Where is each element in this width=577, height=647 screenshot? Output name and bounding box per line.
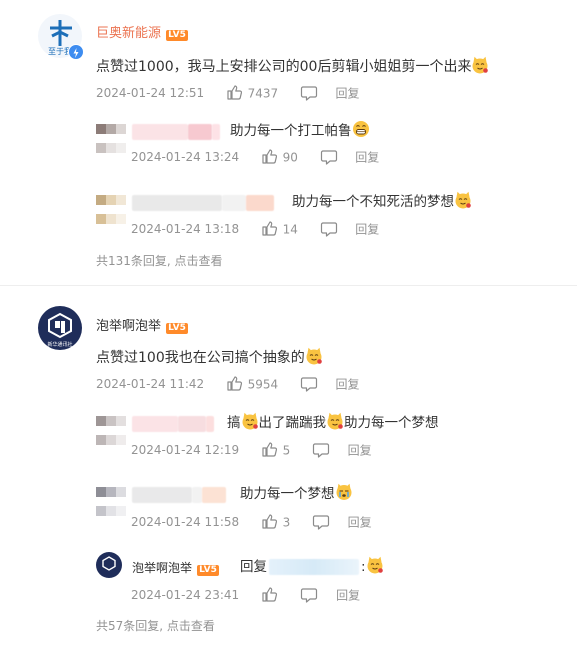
reply-meta: 2024-01-24 11:58 3 回复 — [131, 513, 372, 531]
thumb-up-icon — [262, 442, 277, 457]
reply-username[interactable] — [132, 484, 226, 503]
thumb-up-icon — [227, 376, 242, 391]
comment-icon[interactable] — [320, 148, 338, 166]
cat-emoji-icon — [366, 556, 383, 574]
reply-text: 助力每一个不知死活的梦想 — [292, 190, 472, 210]
view-more-replies-link[interactable]: 共131条回复, 点击查看 — [96, 252, 223, 269]
like-count: 7437 — [247, 86, 279, 100]
timestamp: 2024-01-24 23:41 — [131, 588, 240, 602]
reply-avatar[interactable] — [96, 411, 126, 449]
like-count: 5 — [282, 443, 291, 457]
comment-icon[interactable] — [312, 441, 330, 459]
timestamp: 2024-01-24 13:24 — [131, 150, 240, 164]
comment-icon[interactable] — [300, 586, 318, 604]
reply-button[interactable]: 回复 — [355, 223, 379, 237]
like-button[interactable]: 7437 — [226, 85, 279, 100]
cat-emoji-icon — [241, 412, 258, 430]
timestamp: 2024-01-24 11:42 — [96, 377, 205, 391]
reply-text: 助力每一个打工帕鲁 — [230, 119, 370, 139]
avatar-caption: 新华通讯社 — [47, 341, 72, 348]
reply-avatar[interactable] — [96, 119, 126, 157]
level-badge: LV5 — [166, 30, 188, 41]
like-button[interactable]: 3 — [261, 514, 291, 529]
comment-text: 点赞过100我也在公司搞个抽象的 — [96, 347, 323, 367]
comment-icon[interactable] — [312, 513, 330, 531]
like-count: 90 — [282, 150, 298, 164]
comment-icon[interactable] — [300, 375, 318, 393]
timestamp: 2024-01-24 11:58 — [131, 515, 240, 529]
comment-text: 点赞过1000，我马上安排公司的00后剪辑小姐姐剪一个出来 — [96, 56, 489, 76]
reply-avatar[interactable] — [96, 482, 126, 520]
grin-emoji-icon — [352, 120, 369, 138]
like-button[interactable]: 14 — [261, 221, 298, 236]
reply-button[interactable]: 回复 — [336, 589, 360, 603]
cry-emoji-icon — [335, 483, 352, 501]
like-count: 14 — [282, 222, 298, 236]
reply-button[interactable]: 回复 — [348, 444, 372, 458]
reply-username[interactable] — [132, 413, 214, 432]
reply-username-row: 泡举啊泡举 LV5 — [132, 557, 219, 576]
thumb-up-icon — [262, 587, 277, 602]
reply-text: 助力每一个梦想 — [240, 482, 353, 502]
username-row: 巨奥新能源 LV5 — [96, 22, 188, 41]
reply-username[interactable] — [132, 192, 274, 211]
reply-button[interactable]: 回复 — [335, 378, 359, 392]
level-badge: LV5 — [197, 565, 219, 576]
comment-meta: 2024-01-24 12:51 7437 回复 — [96, 84, 360, 102]
username[interactable]: 泡举啊泡举 — [96, 319, 161, 334]
reply-button[interactable]: 回复 — [355, 151, 379, 165]
like-button[interactable]: 5954 — [226, 376, 279, 391]
reply-button[interactable]: 回复 — [335, 87, 359, 101]
comment-meta: 2024-01-24 11:42 5954 回复 — [96, 375, 360, 393]
thumb-up-icon — [262, 149, 277, 164]
avatar[interactable]: 新华通讯社 — [38, 306, 82, 350]
timestamp: 2024-01-24 13:18 — [131, 222, 240, 236]
reply-username[interactable]: 泡举啊泡举 — [132, 561, 192, 575]
like-button[interactable] — [261, 587, 279, 602]
cat-emoji-icon — [327, 412, 344, 430]
username[interactable]: 巨奥新能源 — [96, 26, 161, 41]
reply-meta: 2024-01-24 13:24 90 回复 — [131, 148, 379, 166]
like-button[interactable]: 90 — [261, 149, 298, 164]
verified-badge-icon — [68, 44, 84, 60]
thumb-up-icon — [262, 514, 277, 529]
reply-meta: 2024-01-24 13:18 14 回复 — [131, 220, 379, 238]
reply-text: 回复: — [240, 555, 384, 575]
timestamp: 2024-01-24 12:51 — [96, 86, 205, 100]
reply-avatar[interactable] — [96, 190, 126, 228]
reply-meta: 2024-01-24 23:41 回复 — [131, 586, 360, 604]
view-more-replies-link[interactable]: 共57条回复, 点击查看 — [96, 617, 215, 634]
reply-button[interactable]: 回复 — [348, 516, 372, 530]
comment-icon[interactable] — [320, 220, 338, 238]
cat-emoji-icon — [472, 56, 489, 74]
thumb-up-icon — [227, 85, 242, 100]
cat-emoji-icon — [455, 191, 472, 209]
like-button[interactable]: 5 — [261, 442, 291, 457]
thumb-up-icon — [262, 221, 277, 236]
reply-username[interactable] — [132, 121, 220, 140]
cat-emoji-icon — [305, 347, 323, 365]
like-count: 5954 — [247, 377, 279, 391]
timestamp: 2024-01-24 12:19 — [131, 443, 240, 457]
divider — [0, 285, 577, 286]
mentioned-username[interactable] — [269, 559, 359, 575]
level-badge: LV5 — [166, 323, 188, 334]
reply-text: 搞出了踹踹我 助力每一个梦想 — [227, 411, 439, 431]
username-row: 泡举啊泡举 LV5 — [96, 315, 188, 334]
reply-avatar[interactable] — [96, 552, 122, 578]
comment-icon[interactable] — [300, 84, 318, 102]
like-count: 3 — [282, 515, 291, 529]
reply-meta: 2024-01-24 12:19 5 回复 — [131, 441, 372, 459]
